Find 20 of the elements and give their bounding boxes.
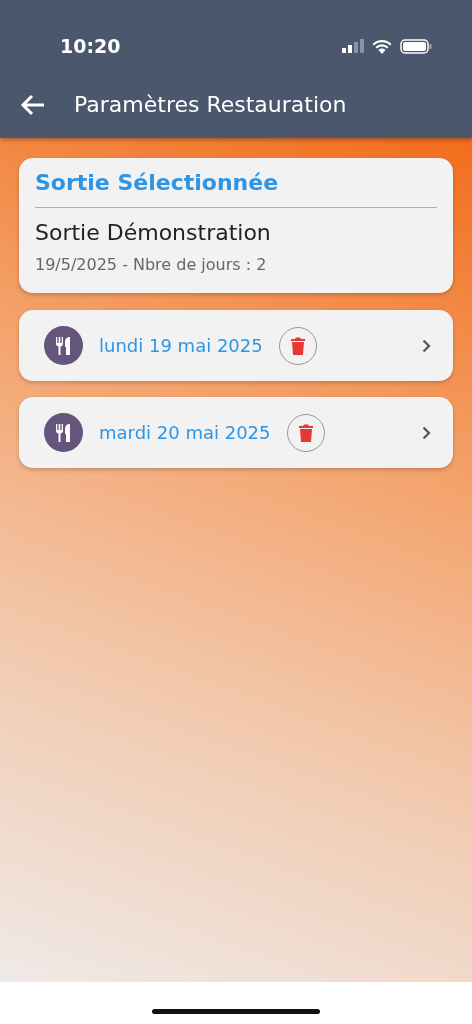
trash-icon	[298, 423, 313, 442]
trash-icon	[290, 336, 305, 355]
outing-details: 19/5/2025 - Nbre de jours : 2	[35, 254, 268, 276]
chevron-right-icon	[422, 425, 431, 440]
battery-icon	[400, 38, 432, 54]
card-heading: Sortie Sélectionnée	[35, 166, 437, 208]
day-label: mardi 20 mai 2025	[99, 421, 271, 445]
outing-name: Sortie Démonstration	[35, 219, 272, 247]
day-row[interactable]: lundi 19 mai 2025	[19, 310, 453, 381]
back-arrow-icon	[20, 93, 46, 116]
page-title: Paramètres Restauration	[74, 90, 347, 119]
status-time: 10:20	[60, 33, 121, 59]
cutlery-icon	[44, 413, 83, 452]
day-label: lundi 19 mai 2025	[99, 334, 263, 358]
back-button[interactable]	[20, 92, 46, 116]
signal-icon	[342, 39, 364, 53]
cutlery-icon	[44, 326, 83, 365]
day-row[interactable]: mardi 20 mai 2025	[19, 397, 453, 468]
chevron-right-icon	[422, 338, 431, 353]
wifi-icon	[372, 38, 392, 54]
